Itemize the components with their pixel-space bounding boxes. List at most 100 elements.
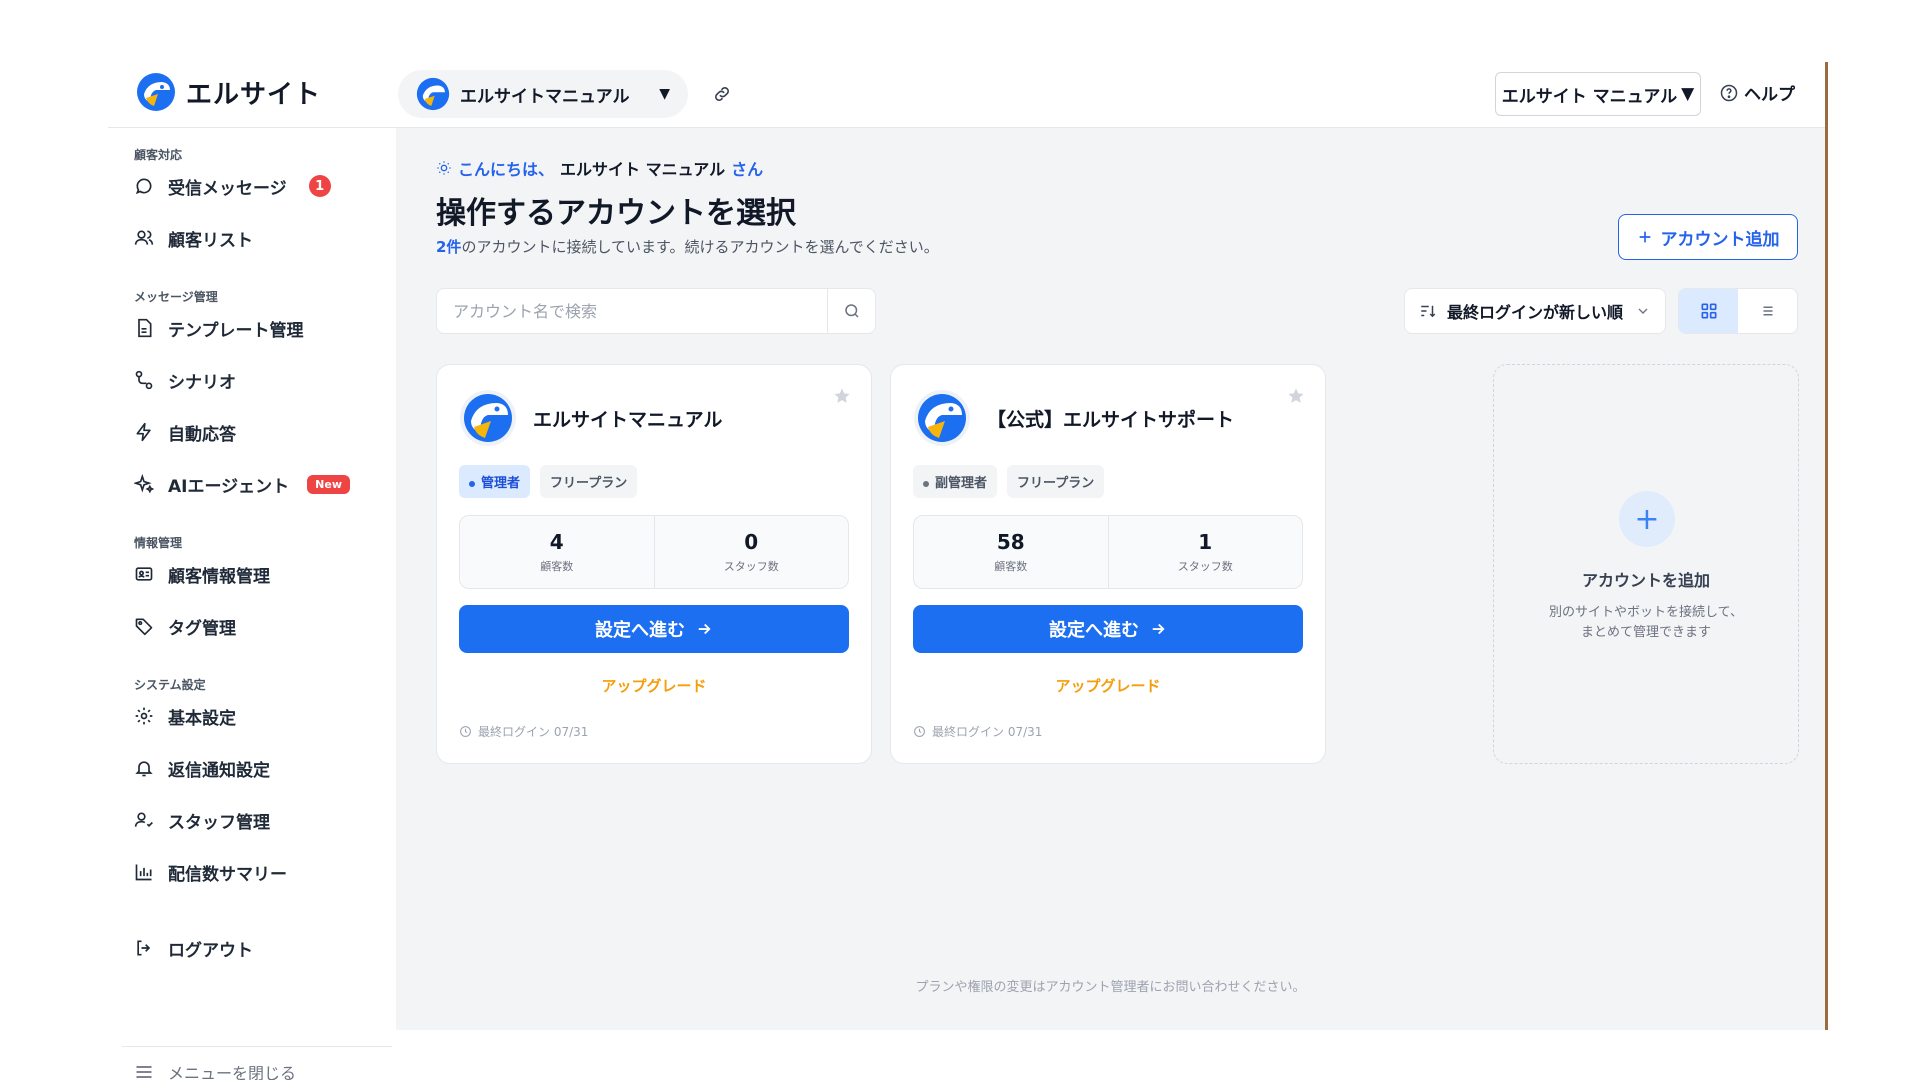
proceed-label: 設定へ進む <box>595 620 685 641</box>
stat-value: 0 <box>744 530 759 554</box>
caret-down-icon: ▼ <box>1681 84 1695 104</box>
upgrade-link[interactable]: アップグレード <box>437 675 871 696</box>
chevron-down-icon <box>1638 308 1648 314</box>
window-edge <box>1825 62 1828 1030</box>
help-link[interactable]: ヘルプ <box>1720 80 1795 105</box>
chat-bubble-icon <box>135 178 152 195</box>
stat-customers: 4 顧客数 <box>460 516 654 588</box>
stat-value: 1 <box>1198 530 1213 554</box>
close-menu-button[interactable]: メニューを閉じる <box>134 1060 296 1080</box>
account-logo-icon <box>914 390 970 446</box>
sidebar-item-label: 配信数サマリー <box>168 864 287 885</box>
proceed-button[interactable]: 設定へ進む <box>459 605 849 653</box>
sidebar-item-auto-reply[interactable]: 自動応答 <box>134 412 384 452</box>
role-label: 管理者 <box>481 476 521 491</box>
role-tag: 管理者 <box>459 465 531 498</box>
sidebar-item-scenario[interactable]: シナリオ <box>134 360 384 400</box>
logout-button[interactable]: ログアウト <box>134 928 384 968</box>
clock-icon <box>460 726 471 737</box>
sidebar-item-label: 受信メッセージ <box>168 178 287 199</box>
sidebar-item-customer-info[interactable]: 顧客情報管理 <box>134 554 384 594</box>
stat-label: 顧客数 <box>540 560 574 573</box>
account-card: 【公式】エルサイトサポート 副管理者 フリープラン 58 顧客数 1 スタッフ数… <box>890 364 1326 764</box>
grid-icon <box>1701 303 1716 319</box>
sidebar-item-ai-agent[interactable]: AIエージェント New <box>134 464 384 504</box>
account-tags: 管理者 フリープラン <box>459 465 638 498</box>
top-header: エルサイト エルサイトマニュアル ▼ エルサイト マニュアル ▼ ヘルプ <box>108 62 1825 128</box>
add-account-card-desc-line: 別のサイトやボットを接続して、 <box>1549 605 1743 620</box>
sidebar-item-notification-settings[interactable]: 返信通知設定 <box>134 748 384 788</box>
search-input[interactable] <box>437 289 827 333</box>
stat-label: 顧客数 <box>994 560 1028 573</box>
sidebar-item-inbox[interactable]: 受信メッセージ 1 <box>134 166 384 206</box>
view-toggle <box>1678 288 1798 334</box>
sidebar-item-label: タグ管理 <box>168 618 236 639</box>
page-title: 操作するアカウントを選択 <box>436 196 796 231</box>
app-window: エルサイト エルサイトマニュアル ▼ エルサイト マニュアル ▼ ヘルプ 顧客対… <box>108 62 1828 1080</box>
sort-icon <box>1421 305 1436 318</box>
add-account-card-title: アカウントを追加 <box>1581 571 1710 590</box>
star-icon[interactable] <box>1287 387 1305 405</box>
account-card: エルサイトマニュアル 管理者 フリープラン 4 顧客数 0 スタッフ数 設定へ進… <box>436 364 872 764</box>
role-label: 副管理者 <box>935 476 988 491</box>
proceed-button[interactable]: 設定へ進む <box>913 605 1303 653</box>
clock-icon <box>914 726 925 737</box>
users-icon <box>134 230 154 245</box>
add-account-label: アカウント追加 <box>1660 229 1780 250</box>
brand[interactable]: エルサイト <box>136 72 321 112</box>
hamburger-icon <box>136 1066 152 1078</box>
last-login-text: 最終ログイン 07/31 <box>478 725 589 739</box>
sun-icon <box>437 161 451 175</box>
link-icon[interactable] <box>708 80 736 108</box>
sidebar-section-label: 顧客対応 <box>134 148 183 162</box>
last-login: 最終ログイン 07/31 <box>459 723 588 740</box>
star-icon[interactable] <box>833 387 851 405</box>
sidebar-item-templates[interactable]: テンプレート管理 <box>134 308 384 348</box>
footer-note: プランや権限の変更はアカウント管理者にお問い合わせください。 <box>915 980 1306 995</box>
search-button[interactable] <box>827 289 875 333</box>
page-subtitle-text: のアカウントに接続しています。続けるアカウントを選んでください。 <box>461 238 939 256</box>
list-view-button[interactable] <box>1738 289 1797 333</box>
add-account-card-desc-line: まとめて管理できます <box>1580 625 1711 640</box>
sidebar-item-label: 顧客リスト <box>168 230 253 251</box>
sidebar-item-label: ログアウト <box>168 940 253 961</box>
sidebar-item-delivery-summary[interactable]: 配信数サマリー <box>134 852 384 892</box>
last-login: 最終ログイン 07/31 <box>913 723 1042 740</box>
sidebar-item-basic-settings[interactable]: 基本設定 <box>134 696 384 736</box>
stat-staff: 1 スタッフ数 <box>1107 516 1303 588</box>
sidebar-item-customer-list[interactable]: 顧客リスト <box>134 218 384 258</box>
search-icon <box>844 304 859 318</box>
account-name: エルサイトマニュアル <box>533 409 723 431</box>
staff-icon <box>134 812 153 828</box>
account-count: 2件 <box>436 238 462 256</box>
sidebar-item-label: 返信通知設定 <box>168 760 270 781</box>
main-content: こんにちは、 エルサイト マニュアル さん 操作するアカウントを選択 2件のアカ… <box>396 128 1825 1030</box>
sidebar-item-staff[interactable]: スタッフ管理 <box>134 800 384 840</box>
add-account-button[interactable]: アカウント追加 <box>1618 214 1798 260</box>
plus-icon: + <box>1619 491 1675 547</box>
close-menu-label: メニューを閉じる <box>168 1064 297 1080</box>
user-select[interactable]: エルサイト マニュアル ▼ <box>1495 72 1701 116</box>
upgrade-link[interactable]: アップグレード <box>891 675 1325 696</box>
sort-select[interactable]: 最終ログインが新しい順 <box>1404 288 1666 334</box>
logout-icon <box>137 940 151 956</box>
sidebar-section-label: システム設定 <box>134 678 206 692</box>
stat-customers: 58 顧客数 <box>914 516 1108 588</box>
caret-down-icon: ▼ <box>659 86 670 102</box>
sidebar-item-label: 基本設定 <box>168 708 236 729</box>
account-switcher[interactable]: エルサイトマニュアル ▼ <box>398 70 688 118</box>
account-logo-icon <box>416 77 450 111</box>
sparkle-icon <box>134 474 154 494</box>
sidebar-item-label: スタッフ管理 <box>168 812 270 833</box>
add-account-card[interactable]: + アカウントを追加 別のサイトやボットを接続して、 まとめて管理できます <box>1493 364 1799 764</box>
arrow-right-icon <box>1152 623 1165 635</box>
list-icon <box>1763 306 1772 316</box>
grid-view-button[interactable] <box>1679 289 1738 333</box>
id-card-icon <box>135 567 153 581</box>
sidebar-item-label: 自動応答 <box>168 424 236 445</box>
bell-icon <box>135 761 153 777</box>
stat-label: スタッフ数 <box>723 560 779 573</box>
brand-name: エルサイト <box>186 79 322 110</box>
sidebar-item-tags[interactable]: タグ管理 <box>134 606 384 646</box>
account-logo-icon <box>460 390 516 446</box>
